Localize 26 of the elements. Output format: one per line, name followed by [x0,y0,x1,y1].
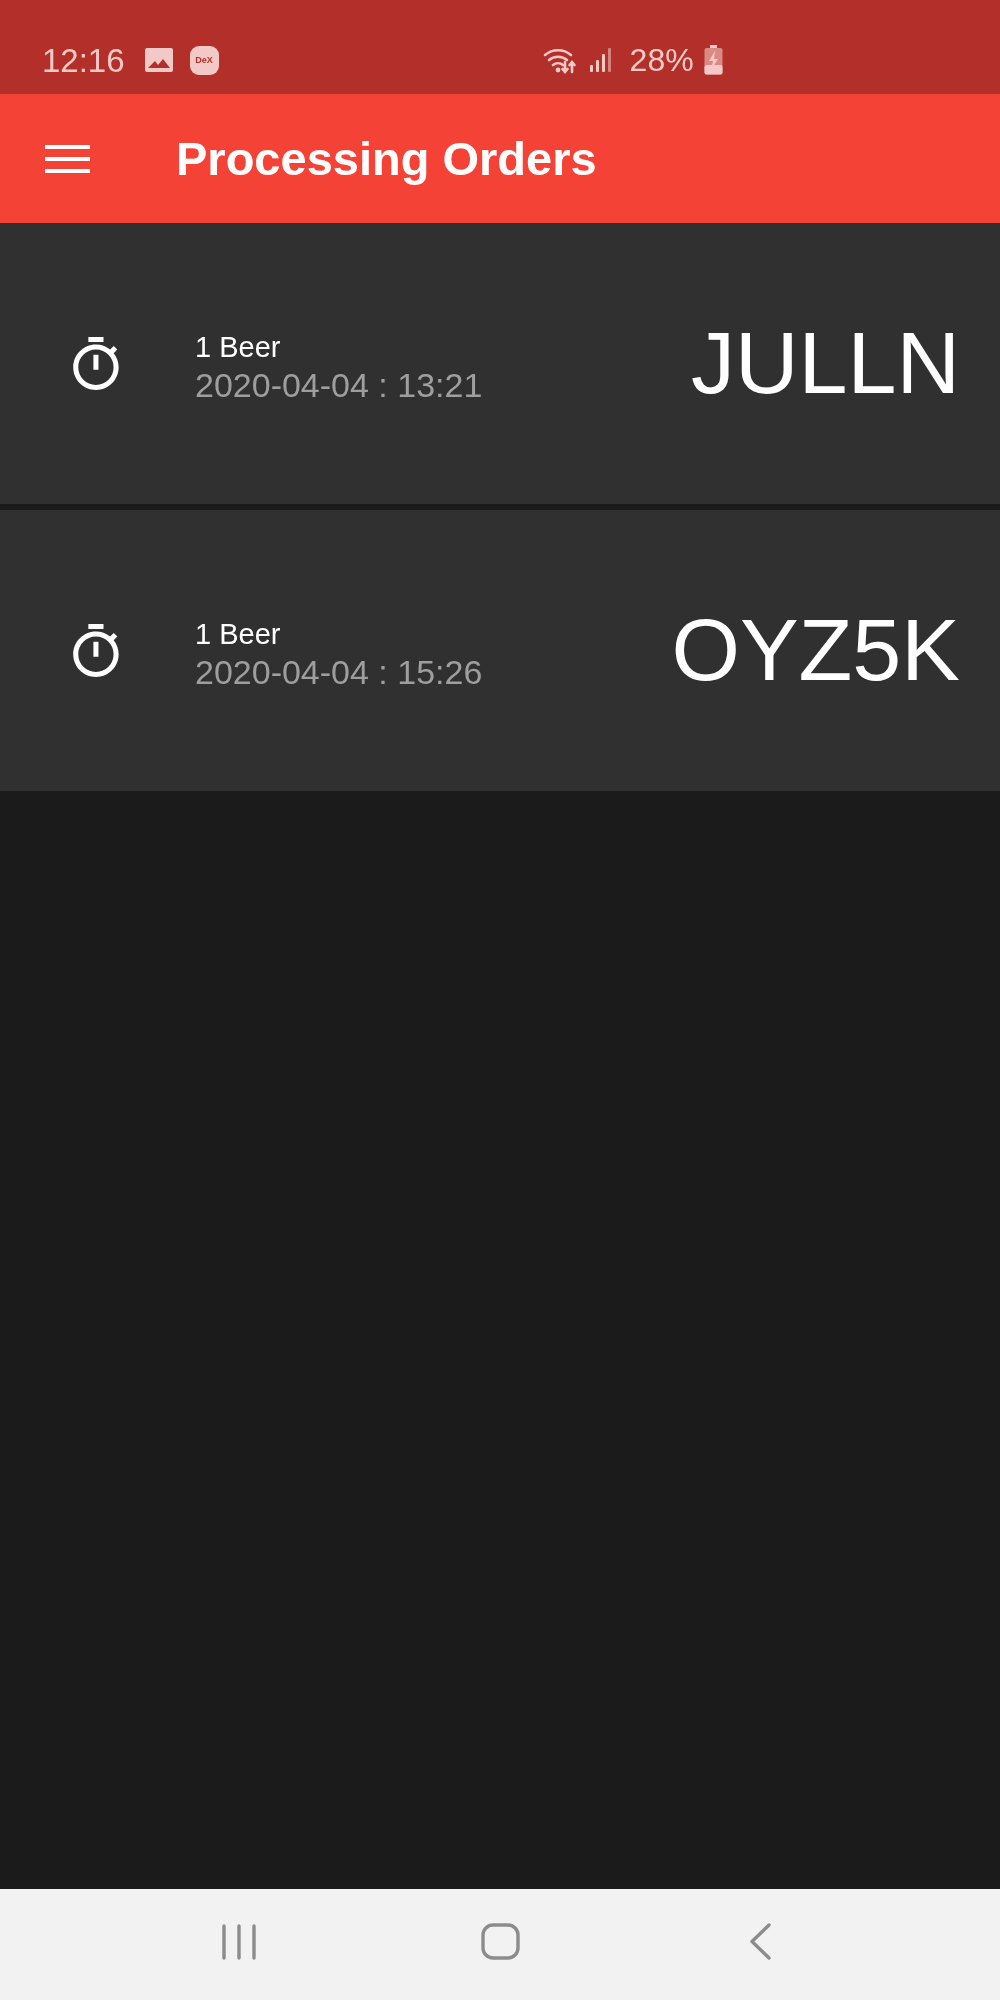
notification-tag: DeX [189,45,219,75]
menu-icon [45,144,90,173]
image-icon [144,48,173,72]
back-icon [749,1923,772,1960]
stopwatch-icon [73,337,120,390]
wifi-icon [542,46,577,74]
order-code: OYZ5K [671,602,960,699]
order-items: 1 Beer [195,329,282,365]
order-code: JULLN [691,315,960,412]
battery-charging-icon [703,45,723,75]
screen-title: Processing Orders [176,131,597,186]
order-card[interactable]: 1 Beer 2020-04-04 : 15:26 OYZ5K [0,510,1000,791]
order-card[interactable]: 1 Beer 2020-04-04 : 13:21 JULLN [0,223,1000,504]
order-timestamp: 2020-04-04 : 13:21 [195,364,483,406]
battery-percentage: 28% [629,44,694,76]
home-button[interactable] [481,1923,520,1960]
home-icon [481,1923,520,1960]
recent-apps-icon [221,1923,257,1960]
order-items: 1 Beer [195,616,282,652]
order-timestamp: 2020-04-04 : 15:26 [195,651,483,693]
stopwatch-icon [73,624,120,677]
signal-icon [589,48,613,72]
menu-button[interactable] [45,144,90,173]
status-time: 12:16 [42,43,125,77]
recent-apps-button[interactable] [221,1923,257,1960]
back-button[interactable] [749,1923,772,1960]
